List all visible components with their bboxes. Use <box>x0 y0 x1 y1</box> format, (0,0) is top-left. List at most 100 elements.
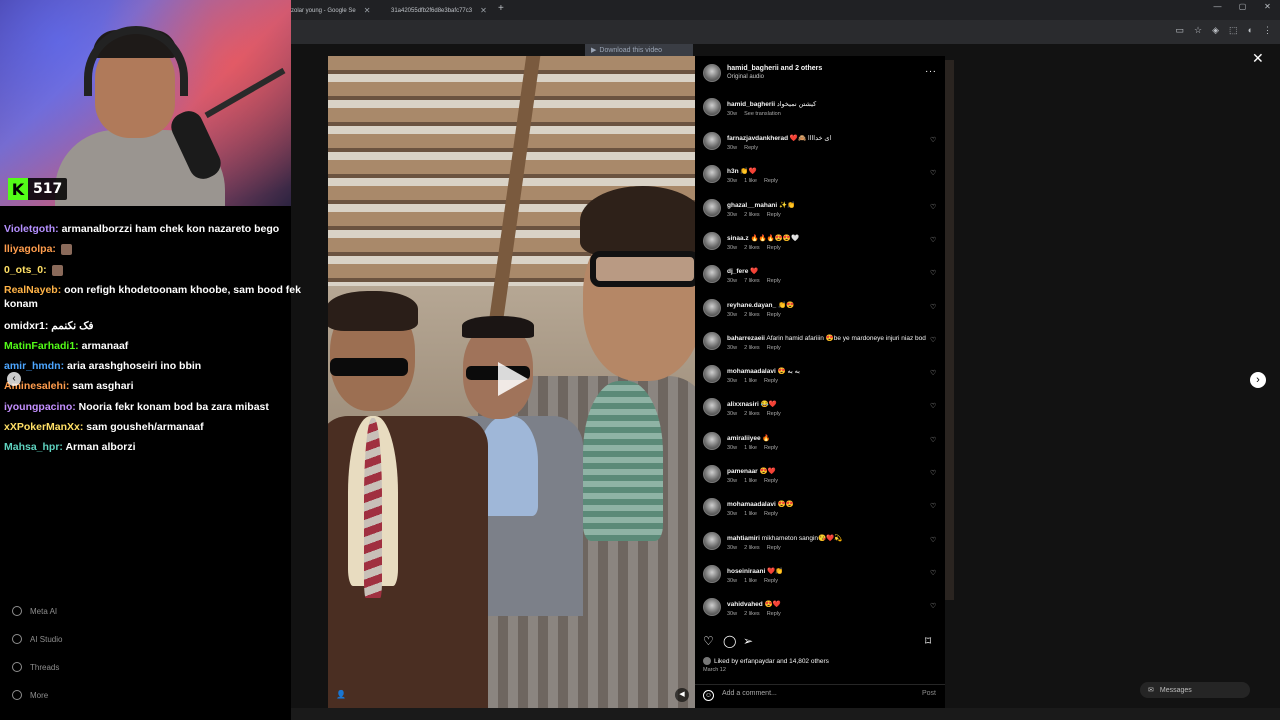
comment-user[interactable]: baharrezaeii <box>727 335 765 342</box>
likes-summary[interactable]: Liked by erfanpaydar and 14,802 others <box>703 657 829 665</box>
comment-likes[interactable]: 1 like <box>744 578 757 584</box>
comment-icon[interactable]: ◯ <box>723 634 736 648</box>
avatar[interactable] <box>703 199 721 217</box>
like-comment-icon[interactable]: ♡ <box>930 602 936 610</box>
comment-likes[interactable]: 1 like <box>744 378 757 384</box>
comment-user[interactable]: alixxnasiri <box>727 401 759 408</box>
like-comment-icon[interactable]: ♡ <box>930 402 936 410</box>
comment-user[interactable]: dj_fere <box>727 268 748 275</box>
next-post-icon[interactable]: › <box>1250 372 1266 388</box>
comment-likes[interactable]: 2 likes <box>744 312 760 318</box>
comment-likes[interactable]: 1 like <box>744 511 757 517</box>
previous-post-icon[interactable]: ‹ <box>7 372 21 386</box>
sidebar-item-ai-studio[interactable]: AI Studio <box>12 634 62 644</box>
comment-likes[interactable]: 2 likes <box>744 345 760 351</box>
avatar[interactable] <box>703 498 721 516</box>
avatar[interactable] <box>703 64 721 82</box>
chat-username[interactable]: iyoungpacino: <box>4 401 76 413</box>
reply-link[interactable]: Reply <box>764 578 778 584</box>
play-icon[interactable] <box>498 362 528 396</box>
reply-link[interactable]: Reply <box>767 278 781 284</box>
like-comment-icon[interactable]: ♡ <box>930 269 936 277</box>
maximize-button[interactable]: ▢ <box>1230 2 1255 11</box>
comment-user[interactable]: farnazjavdankherad <box>727 135 788 142</box>
close-icon[interactable]: ✕ <box>480 6 487 15</box>
chat-username[interactable]: RealNayeb: <box>4 284 61 296</box>
chat-username[interactable]: xXPokerManXx: <box>4 421 83 433</box>
chat-username[interactable]: omidxr1: <box>4 320 48 332</box>
comment-likes[interactable]: 1 like <box>744 478 757 484</box>
comment-user[interactable]: mahtiamiri <box>727 535 760 542</box>
avatar[interactable] <box>703 165 721 183</box>
comment-user[interactable]: hoseiniraani <box>727 568 765 575</box>
comment-likes[interactable]: 1 like <box>744 445 757 451</box>
like-comment-icon[interactable]: ♡ <box>930 502 936 510</box>
minimize-button[interactable]: — <box>1205 2 1230 11</box>
like-comment-icon[interactable]: ♡ <box>930 469 936 477</box>
reply-link[interactable]: Reply <box>764 511 778 517</box>
avatar[interactable] <box>703 565 721 583</box>
reply-link[interactable]: Reply <box>767 611 781 617</box>
chat-username[interactable]: amir_hmdn: <box>4 360 64 372</box>
new-tab-button[interactable]: + <box>498 3 504 14</box>
extension-icon[interactable]: ◈ <box>1212 25 1219 36</box>
profile-icon[interactable]: ◐ <box>1248 25 1253 36</box>
comment-likes[interactable]: 2 likes <box>744 611 760 617</box>
chat-username[interactable]: Mahsa_hpr: <box>4 441 63 453</box>
comment-user[interactable]: sinaa.z <box>727 235 749 242</box>
chat-username[interactable]: lliyagolpa: <box>4 243 56 255</box>
avatar[interactable] <box>703 332 721 350</box>
like-comment-icon[interactable]: ♡ <box>930 436 936 444</box>
close-icon[interactable]: ✕ <box>1252 50 1264 67</box>
chat-username[interactable]: MatinFarhadi1: <box>4 340 79 352</box>
like-comment-icon[interactable]: ♡ <box>930 236 936 244</box>
messages-button[interactable]: ✉ Messages <box>1140 682 1250 698</box>
avatar[interactable] <box>703 265 721 283</box>
sidebar-item-threads[interactable]: Threads <box>12 662 59 672</box>
like-comment-icon[interactable]: ♡ <box>930 303 936 311</box>
avatar[interactable] <box>703 132 721 150</box>
puzzle-icon[interactable]: ⬚ <box>1229 25 1238 36</box>
reply-link[interactable]: Reply <box>764 478 778 484</box>
comment-likes[interactable]: 7 likes <box>744 278 760 284</box>
comment-likes[interactable]: 2 likes <box>744 212 760 218</box>
avatar[interactable] <box>703 299 721 317</box>
avatar[interactable] <box>703 432 721 450</box>
comment-user[interactable]: ghazal__mahani <box>727 202 777 209</box>
comment-likes[interactable]: 2 likes <box>744 411 760 417</box>
see-translation-link[interactable]: See translation <box>744 111 781 117</box>
tagged-people-icon[interactable]: 👤 <box>336 690 346 699</box>
mute-icon[interactable]: ◀ <box>675 688 689 702</box>
comment-input[interactable]: Add a comment... <box>722 690 777 697</box>
reply-link[interactable]: Reply <box>744 145 758 151</box>
sidebar-item-more[interactable]: More <box>12 690 48 700</box>
sidebar-item-meta-ai[interactable]: Meta AI <box>12 606 57 616</box>
kebab-menu-icon[interactable]: ⋮ <box>1263 25 1272 36</box>
browser-tab[interactable]: zolar young - Google Se ✕ <box>285 2 375 19</box>
avatar[interactable] <box>703 532 721 550</box>
chat-username[interactable]: Violetgoth: <box>4 223 59 235</box>
comment-user[interactable]: amiraliiyee <box>727 435 761 442</box>
comment-user[interactable]: vahidvahed <box>727 601 763 608</box>
reel-video[interactable] <box>328 56 695 708</box>
reply-link[interactable]: Reply <box>767 245 781 251</box>
comment-likes[interactable]: 2 likes <box>744 545 760 551</box>
comment-user[interactable]: reyhane.dayan_ <box>727 302 776 309</box>
close-window-button[interactable]: ✕ <box>1255 2 1280 11</box>
audio-label[interactable]: Original audio <box>727 74 764 80</box>
reply-link[interactable]: Reply <box>764 178 778 184</box>
reply-link[interactable]: Reply <box>764 445 778 451</box>
avatar[interactable] <box>703 232 721 250</box>
comment-likes[interactable]: 1 like <box>744 178 757 184</box>
comment-user[interactable]: mohamaadalavi <box>727 501 776 508</box>
comment-likes[interactable]: 2 likes <box>744 245 760 251</box>
caption-user[interactable]: hamid_bagherii <box>727 101 775 108</box>
reply-link[interactable]: Reply <box>767 212 781 218</box>
heart-icon[interactable]: ♡ <box>703 634 714 648</box>
chat-username[interactable]: 0_ots_0: <box>4 264 47 276</box>
like-comment-icon[interactable]: ♡ <box>930 536 936 544</box>
post-author[interactable]: hamid_bagherii and 2 others <box>727 65 822 72</box>
avatar[interactable] <box>703 98 721 116</box>
cast-icon[interactable]: ▭ <box>1176 25 1185 36</box>
more-options-icon[interactable]: ··· <box>925 66 937 77</box>
